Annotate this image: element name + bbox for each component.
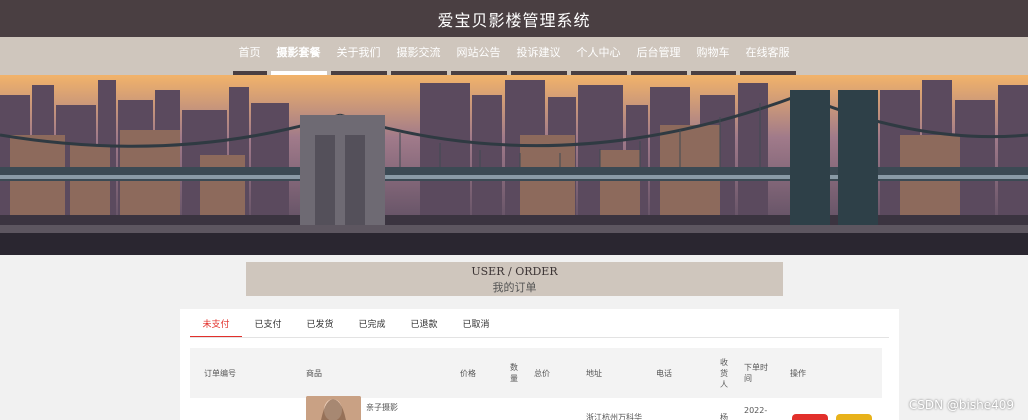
nav-item-exchange[interactable]: 摄影交流 xyxy=(389,37,449,75)
column-price: 价格 xyxy=(460,368,476,378)
main-nav: 首页 摄影套餐 关于我们 摄影交流 网站公告 投诉建议 个人中心 后台管理 购物… xyxy=(0,37,1028,75)
column-order-no: 订单编号 xyxy=(204,368,236,378)
column-receiver: 收货人 xyxy=(720,357,728,389)
cancel-order-button[interactable] xyxy=(836,414,872,420)
tabs-divider xyxy=(190,337,889,338)
tab-paid[interactable]: 已支付 xyxy=(242,314,294,338)
column-phone: 电话 xyxy=(656,368,672,378)
tab-unpaid[interactable]: 未支付 xyxy=(190,314,242,338)
order-tabs: 未支付 已支付 已发货 已完成 已退款 已取消 xyxy=(190,314,502,338)
nav-item-complaints[interactable]: 投诉建议 xyxy=(509,37,569,75)
nav-item-about[interactable]: 关于我们 xyxy=(329,37,389,75)
order-table-header: 订单编号 商品 价格 数量 总价 地址 电话 收货人 下单时间 操作 xyxy=(190,348,882,398)
nav-item-announcements[interactable]: 网站公告 xyxy=(449,37,509,75)
product-thumbnail[interactable] xyxy=(306,396,361,420)
nav-item-cart[interactable]: 购物车 xyxy=(689,37,738,75)
nav-item-packages[interactable]: 摄影套餐 xyxy=(269,37,329,75)
nav-item-support[interactable]: 在线客服 xyxy=(738,37,798,75)
column-total: 总价 xyxy=(534,368,550,378)
tab-cancelled[interactable]: 已取消 xyxy=(450,314,502,338)
table-row: 亲子摄影 浙江杭州万科华 杨 2022- xyxy=(190,396,882,420)
order-time: 2022- xyxy=(744,406,768,415)
product-name[interactable]: 亲子摄影 xyxy=(366,402,398,413)
banner-image xyxy=(0,75,1028,255)
order-receiver: 杨 xyxy=(720,413,728,420)
column-product: 商品 xyxy=(306,368,322,378)
order-address: 浙江杭州万科华 xyxy=(586,413,642,420)
column-actions: 操作 xyxy=(790,368,806,378)
tab-shipped[interactable]: 已发货 xyxy=(294,314,346,338)
nav-item-profile[interactable]: 个人中心 xyxy=(569,37,629,75)
column-address: 地址 xyxy=(586,368,602,378)
banner-carousel[interactable] xyxy=(0,75,1028,255)
site-title: 爱宝贝影楼管理系统 xyxy=(437,10,591,30)
column-qty: 数量 xyxy=(510,363,518,383)
tab-refunded[interactable]: 已退款 xyxy=(398,314,450,338)
tab-completed[interactable]: 已完成 xyxy=(346,314,398,338)
order-panel: 未支付 已支付 已发货 已完成 已退款 已取消 订单编号 商品 价格 数量 总价… xyxy=(180,309,899,420)
pay-button[interactable] xyxy=(792,414,828,420)
watermark: CSDN @bishe409 xyxy=(908,398,1014,412)
nav-item-admin[interactable]: 后台管理 xyxy=(629,37,689,75)
section-title-en: USER / ORDER xyxy=(471,265,558,278)
section-title-zh: 我的订单 xyxy=(492,281,537,294)
section-header: USER / ORDER 我的订单 xyxy=(246,262,783,296)
nav-item-home[interactable]: 首页 xyxy=(231,37,269,75)
column-order-time: 下单时间 xyxy=(744,363,768,383)
title-bar: 爱宝贝影楼管理系统 xyxy=(0,0,1028,37)
